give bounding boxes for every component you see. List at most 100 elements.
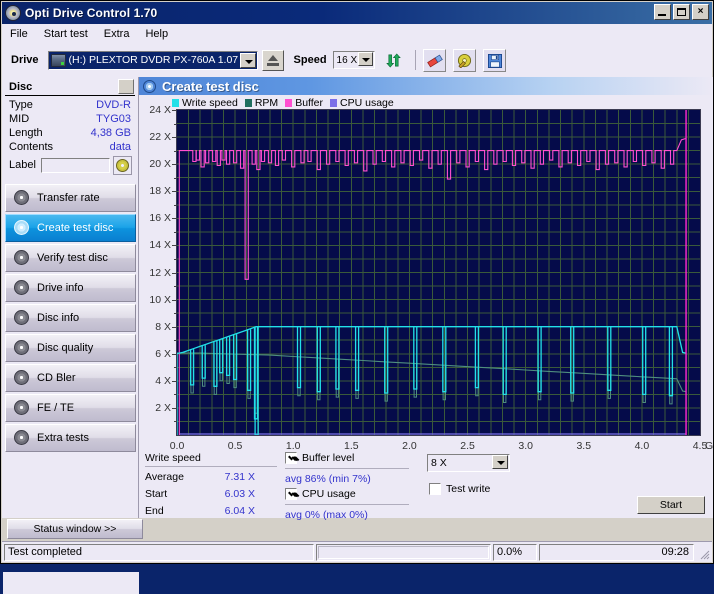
left-panel: Disc Type DVD-R MID TYG03 Length 4,38 GB… <box>2 77 143 594</box>
sidebar-item-label: Disc info <box>37 312 80 324</box>
title-bar: Opti Drive Control 1.70 × <box>2 2 712 24</box>
sidebar-item-create-test-disc[interactable]: Create test disc <box>5 214 136 242</box>
disc-label-label: Label <box>9 159 36 171</box>
minimize-button[interactable] <box>654 4 671 20</box>
close-icon: × <box>697 6 704 17</box>
disc-row-contents: Contents data <box>2 140 138 154</box>
eraser-icon <box>426 54 443 67</box>
disc-divider <box>5 95 135 96</box>
sidebar-item-disc-quality[interactable]: Disc quality <box>5 334 136 362</box>
series-rpm-dip <box>317 357 321 401</box>
chart-legend: Write speed RPM Buffer CPU usage <box>172 96 398 109</box>
refresh-button[interactable] <box>381 48 405 72</box>
y-tick-label-8: 18 X <box>149 185 171 198</box>
chevron-down-icon[interactable] <box>492 455 508 469</box>
optical-drive-icon <box>50 53 66 67</box>
disc-collapse-button[interactable] <box>118 79 134 94</box>
erase-button[interactable] <box>422 48 446 72</box>
write-speed-select[interactable]: 8 X <box>427 454 510 472</box>
save-button[interactable] <box>482 48 506 72</box>
series-rpm-dip <box>297 356 301 397</box>
series-rpm-dip <box>503 368 507 403</box>
series-write-speed-dip <box>201 345 206 379</box>
series-rpm-dip <box>335 359 340 398</box>
cpu-usage-checkbox[interactable] <box>285 488 297 500</box>
elapsed-time: 09:28 <box>539 544 694 561</box>
sidebar-item-disc-info[interactable]: Disc info <box>5 304 136 332</box>
sidebar-item-transfer-rate[interactable]: Transfer rate <box>5 184 136 212</box>
legend-label-1: RPM <box>254 96 279 109</box>
main-panel: Create test disc Write speed RPM Buffer CPU… <box>138 77 714 521</box>
transfer-rate-icon-glyph <box>14 190 29 205</box>
drive-label: Drive <box>11 54 39 66</box>
extra-tests-icon <box>14 430 30 446</box>
save-icon <box>487 53 502 68</box>
y-tick-label-5: 12 X <box>149 266 171 279</box>
speed-select[interactable]: 16 X <box>332 51 375 69</box>
chart-area: 2 X 4 X 6 X 8 X 10 X 12 X 14 X 16 X 18 X 20 X 22 X… <box>139 104 714 489</box>
panel-title-bar: Create test disc <box>139 77 713 95</box>
x-tick-label-0: 0.0 <box>169 440 185 452</box>
disc-type-label: Type <box>9 99 33 111</box>
x-tick-label-8: 4.0 <box>634 440 650 452</box>
disc-length-label: Length <box>9 127 43 139</box>
stats-start-value: 6.03 X <box>224 488 255 500</box>
status-window-button[interactable]: Status window >> <box>7 519 143 539</box>
start-button[interactable]: Start <box>637 496 705 514</box>
stats-row-end: End 6.04 X <box>145 505 277 520</box>
sidebar-item-verify-test-disc[interactable]: Verify test disc <box>5 244 136 272</box>
test-write-checkbox[interactable] <box>429 483 441 495</box>
eject-button[interactable] <box>261 49 284 71</box>
left-panel-filler <box>3 572 139 594</box>
series-write-speed-dip <box>474 326 480 389</box>
menu-help[interactable]: Help <box>137 27 176 41</box>
menu-extra[interactable]: Extra <box>96 27 138 41</box>
chart-y-axis: 2 X 4 X 6 X 8 X 10 X 12 X 14 X 16 X 18 X 20 X 22 X… <box>139 104 177 442</box>
sidebar-item-label: Create test disc <box>37 222 114 234</box>
stats-start-label: Start <box>145 488 168 500</box>
legend-swatch-0 <box>172 98 179 107</box>
extra-tests-icon-glyph <box>14 430 29 445</box>
sidebar-item-fe-te[interactable]: FE / TE <box>5 394 136 422</box>
stats-end-value: 6.04 X <box>224 505 255 517</box>
cpu-usage-divider <box>285 504 409 505</box>
disc-section-title: Disc <box>9 80 33 93</box>
cd-icon[interactable] <box>112 155 132 175</box>
window-controls: × <box>654 4 709 20</box>
disc-label-input[interactable] <box>40 157 110 173</box>
sidebar-item-extra-tests[interactable]: Extra tests <box>5 424 136 452</box>
series-rpm-dip <box>247 354 251 399</box>
buffer-level-checkbox[interactable] <box>285 452 297 464</box>
progress-bar <box>316 544 491 561</box>
sidebar-item-label: Transfer rate <box>37 192 100 204</box>
disc-label-icon <box>457 53 471 68</box>
write-speed-title: Write speed <box>145 452 201 464</box>
sidebar-item-cd-bler[interactable]: CD Bler <box>5 364 136 392</box>
legend-swatch-3 <box>330 98 338 107</box>
resize-grip-icon[interactable] <box>698 548 710 560</box>
y-tick-label-0: 2 X <box>155 401 171 414</box>
y-tick-label-4: 10 X <box>149 293 171 306</box>
chevron-down-icon[interactable] <box>357 52 373 66</box>
series-write-speed-dip <box>537 326 542 393</box>
chevron-down-icon[interactable] <box>239 52 256 68</box>
series-write-speed-dip <box>316 326 321 393</box>
sidebar-item-drive-info[interactable]: Drive info <box>5 274 136 302</box>
menu-start-test[interactable]: Start test <box>36 27 96 41</box>
maximize-button[interactable] <box>673 4 690 20</box>
menu-file[interactable]: File <box>2 27 36 41</box>
series-write-speed-dip <box>335 326 340 390</box>
series-write-speed-dip <box>225 336 231 377</box>
buffer-level-value: avg 86% (min 7%) <box>285 473 371 485</box>
series-rpm-dip <box>475 367 479 397</box>
disc-row-mid: MID TYG03 <box>2 112 138 126</box>
close-button[interactable]: × <box>692 4 709 20</box>
drive-select[interactable]: (H:) PLEXTOR DVDR PX-760A 1.07 <box>47 50 258 70</box>
window-title: Opti Drive Control 1.70 <box>25 6 158 20</box>
series-write-speed-dip <box>668 326 674 397</box>
write-speed-divider <box>145 466 277 467</box>
disc-mid-value: TYG03 <box>96 113 131 125</box>
disc-label-button[interactable] <box>452 48 476 72</box>
sidebar-item-label: Disc quality <box>37 342 94 354</box>
series-rpm-dip <box>537 370 542 401</box>
